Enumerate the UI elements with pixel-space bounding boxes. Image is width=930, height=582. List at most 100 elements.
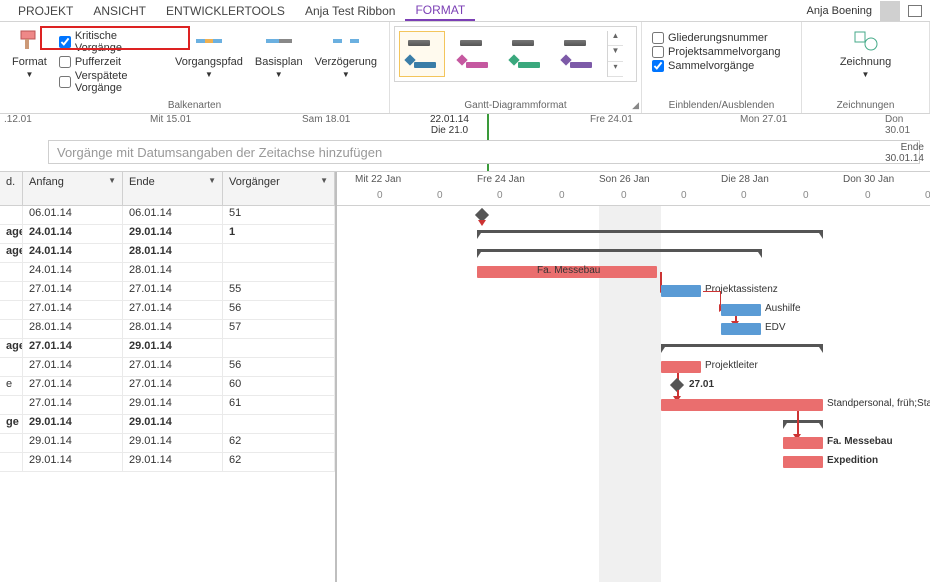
col-vorgaenger[interactable]: Vorgänger▼ (223, 172, 335, 205)
tl-ende-date: 30.01.14 (885, 153, 924, 164)
cell-d (0, 396, 23, 414)
chart-header: Mit 22 Jan Fre 24 Jan Son 26 Jan Die 28 … (337, 172, 930, 206)
chevron-down-icon: ▼ (275, 70, 283, 79)
cell-anfang: 27.01.14 (23, 301, 123, 319)
col-ende[interactable]: Ende▼ (123, 172, 223, 205)
gantt-chart[interactable]: Mit 22 Jan Fre 24 Jan Son 26 Jan Die 28 … (337, 172, 930, 582)
chart-body: Fa. Messebau Projektassistenz Aushilfe E… (337, 206, 930, 582)
gantt-style-3[interactable] (503, 31, 549, 77)
tl-date: Don 30.01 (885, 114, 930, 136)
ch-date: Fre 24 Jan (477, 174, 525, 185)
table-row[interactable]: 27.01.1429.01.1461 (0, 396, 335, 415)
checkbox-gliederungsnummer[interactable]: Gliederungsnummer (652, 32, 791, 44)
task-bar[interactable] (661, 399, 823, 411)
table-row[interactable]: age24.01.1428.01.14 (0, 244, 335, 263)
cell-anfang: 29.01.14 (23, 415, 123, 433)
cell-anfang: 29.01.14 (23, 453, 123, 471)
table-row[interactable]: 27.01.1427.01.1456 (0, 301, 335, 320)
table-row[interactable]: 27.01.1427.01.1455 (0, 282, 335, 301)
bar-label: Projektleiter (705, 360, 758, 371)
btn-label: Zeichnung (840, 56, 891, 68)
cell-vorgaenger (223, 415, 335, 433)
ribbon-group-label: Balkenarten (0, 100, 389, 111)
gantt-style-4[interactable] (555, 31, 601, 77)
verzoegerung-button[interactable]: Verzögerung ▼ (313, 26, 379, 94)
task-bar[interactable] (661, 285, 701, 297)
sort-icon[interactable]: ▼ (320, 176, 328, 185)
zeichnung-button[interactable]: Zeichnung ▼ (838, 26, 893, 81)
window-restore-icon[interactable] (908, 5, 922, 17)
task-bar[interactable] (661, 361, 701, 373)
table-row[interactable]: age24.01.1429.01.141 (0, 225, 335, 244)
checkbox-kritische-vorgaenge[interactable]: Kritische Vorgänge (59, 30, 159, 54)
task-bar[interactable] (721, 304, 761, 316)
checkbox-label: Kritische Vorgänge (75, 30, 159, 54)
table-row[interactable]: age27.01.1429.01.14 (0, 339, 335, 358)
table-row[interactable]: 29.01.1429.01.1462 (0, 453, 335, 472)
checkbox-pufferzeit[interactable]: Pufferzeit (59, 56, 159, 68)
cell-d: e (0, 377, 23, 395)
cell-vorgaenger: 56 (223, 358, 335, 376)
table-row[interactable]: 28.01.1428.01.1457 (0, 320, 335, 339)
ch-date: Son 26 Jan (599, 174, 650, 185)
ch-num: 0 (681, 190, 687, 201)
cell-d (0, 206, 23, 224)
tab-projekt[interactable]: PROJEKT (8, 2, 83, 20)
cell-ende: 27.01.14 (123, 377, 223, 395)
ribbon-group-einblenden: Gliederungsnummer Projektsammelvorgang S… (642, 22, 802, 113)
format-button[interactable]: Format ▼ (10, 26, 49, 94)
vorgangspfad-button[interactable]: Vorgangspfad ▼ (173, 26, 245, 94)
checkbox-label: Projektsammelvorgang (668, 46, 781, 58)
ch-num: 0 (497, 190, 503, 201)
table-row[interactable]: 27.01.1427.01.1456 (0, 358, 335, 377)
task-bar[interactable] (783, 437, 823, 449)
paint-icon (16, 28, 42, 54)
cell-vorgaenger (223, 339, 335, 357)
sort-icon[interactable]: ▼ (108, 176, 116, 185)
summary-bar[interactable] (783, 420, 823, 428)
cell-anfang: 27.01.14 (23, 358, 123, 376)
checkbox-verspaetete[interactable]: Verspätete Vorgänge (59, 70, 159, 94)
cell-anfang: 27.01.14 (23, 377, 123, 395)
tab-anja-ribbon[interactable]: Anja Test Ribbon (295, 2, 406, 20)
basisplan-button[interactable]: Basisplan ▼ (253, 26, 305, 94)
col-anfang[interactable]: Anfang▼ (23, 172, 123, 205)
cell-ende: 29.01.14 (123, 434, 223, 452)
cell-d: age (0, 339, 23, 357)
grid-rows: 06.01.1406.01.1451age24.01.1429.01.141ag… (0, 206, 335, 472)
summary-bar[interactable] (477, 249, 762, 257)
timeline-bar[interactable]: Vorgänge mit Datumsangaben der Zeitachse… (48, 140, 920, 164)
task-bar[interactable] (721, 323, 761, 335)
checkbox-projektsammelvorgang[interactable]: Projektsammelvorgang (652, 46, 791, 58)
cell-anfang: 06.01.14 (23, 206, 123, 224)
table-row[interactable]: ge29.01.1429.01.14 (0, 415, 335, 434)
cell-vorgaenger: 51 (223, 206, 335, 224)
ch-num: 0 (865, 190, 871, 201)
task-grid[interactable]: d. Anfang▼ Ende▼ Vorgänger▼ 06.01.1406.0… (0, 172, 337, 582)
dialog-launcher-icon[interactable]: ◢ (632, 100, 639, 111)
ribbon-group-label: Zeichnungen (802, 100, 929, 111)
table-row[interactable]: 06.01.1406.01.1451 (0, 206, 335, 225)
gantt-style-2[interactable] (451, 31, 497, 77)
checkbox-sammelvorgaenge[interactable]: Sammelvorgänge (652, 60, 791, 72)
table-row[interactable]: 24.01.1428.01.14 (0, 263, 335, 282)
cell-ende: 27.01.14 (123, 282, 223, 300)
summary-bar[interactable] (477, 230, 823, 238)
sort-icon[interactable]: ▼ (208, 176, 216, 185)
table-row[interactable]: 29.01.1429.01.1462 (0, 434, 335, 453)
ch-num: 0 (741, 190, 747, 201)
summary-bar[interactable] (661, 344, 823, 352)
avatar-icon[interactable] (880, 1, 900, 21)
ribbon-group-zeichnungen: Zeichnung ▼ Zeichnungen (802, 22, 930, 113)
timeline[interactable]: .12.01 Mit 15.01 Sam 18.01 Fre 24.01 Mon… (0, 114, 930, 172)
table-row[interactable]: e27.01.1427.01.1460 (0, 377, 335, 396)
tab-format[interactable]: FORMAT (405, 1, 475, 21)
task-bar[interactable] (783, 456, 823, 468)
cell-vorgaenger: 62 (223, 434, 335, 452)
gantt-style-1[interactable] (399, 31, 445, 77)
tab-entwicklertools[interactable]: ENTWICKLERTOOLS (156, 2, 295, 20)
gallery-more[interactable]: ▲▼▾ (607, 31, 623, 77)
cell-ende: 29.01.14 (123, 339, 223, 357)
tab-ansicht[interactable]: ANSICHT (83, 2, 156, 20)
col-d[interactable]: d. (0, 172, 23, 205)
